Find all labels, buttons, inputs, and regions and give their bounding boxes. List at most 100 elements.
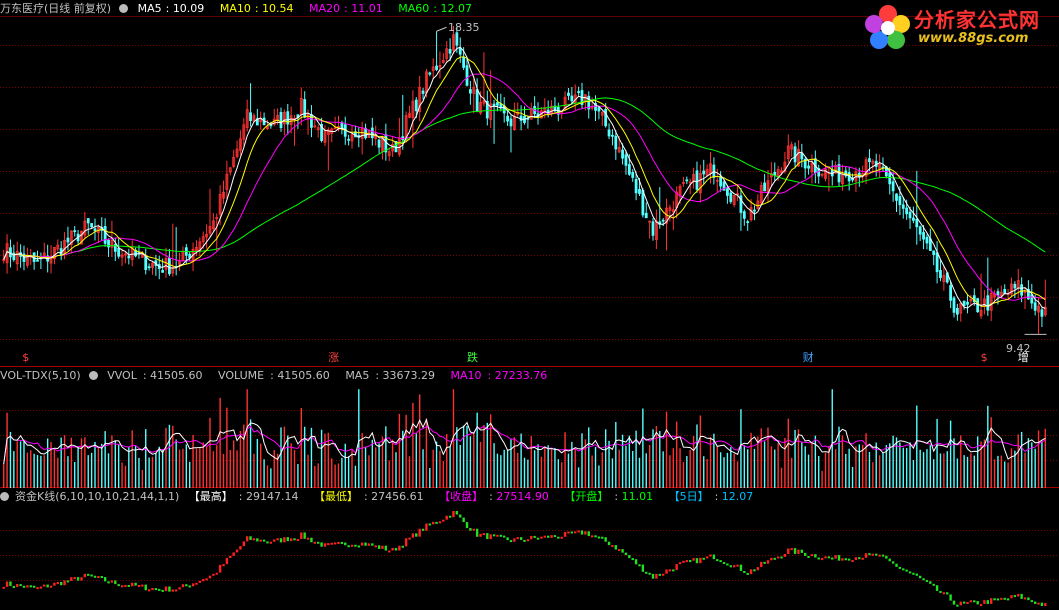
fund-candle [861,557,864,560]
fund-candle [242,541,246,547]
fund-candle [174,589,178,592]
candle-body [729,192,733,203]
candle-body [377,139,381,148]
fund-candle [185,584,188,587]
fund-candle [472,528,475,531]
fund-candle [506,537,509,541]
high-price-label: 18.35 [448,21,480,34]
fund-candle [519,537,523,540]
fund-candle [428,523,432,526]
gear-icon[interactable] [88,370,98,380]
fund-candle [831,557,834,560]
fund-candle [665,569,668,574]
fund-candle [191,583,195,587]
gear-icon[interactable] [119,3,129,13]
fund-candle [875,553,878,556]
site-logo[interactable]: 分析家公式网 www.88gs.com [862,2,1057,54]
fund-candle [624,552,628,556]
fund-close-label: 【收盘】: 27514.90 [439,490,549,503]
fund-candle [371,543,374,546]
fund-candle [43,584,46,587]
fund-candle [959,601,962,606]
fund-candle [120,585,124,588]
candle-body [604,108,608,127]
fund-candle [49,585,53,588]
candle-body [597,107,601,112]
fund-candle [915,573,918,576]
fund-candle [154,588,158,591]
candle-body [807,165,810,169]
fund-candle [509,540,513,543]
fund-candle [164,586,168,592]
fund-candle [279,538,283,543]
fund-candle [127,584,131,587]
fund-candle [557,536,560,539]
fund-candle [117,584,120,587]
fund-open-label: 【开盘】: 11.01 [564,490,654,503]
fund-candle [195,582,198,585]
fund-candle [946,592,949,595]
fund-candle [803,552,807,556]
ma10-label: MA10: 10.54 [219,2,294,15]
fund-candle [340,541,344,544]
volume-panel-header: VOL-TDX(5,10) VVOL: 41505.60 VOLUME: 415… [0,368,559,384]
fund-candle [36,587,39,590]
candle-body [746,221,750,224]
fund-candle [763,561,766,564]
fund-candle [499,534,503,537]
fund-candle [702,557,705,560]
fund-candle [337,541,340,544]
candle-body [986,295,990,311]
fund-candle [202,579,205,582]
fund-candle [668,569,672,572]
candle-body [638,188,641,194]
fund-candle [455,511,459,515]
candle-body [685,179,689,182]
fund-candle [790,548,793,551]
stock-title[interactable]: 万东医疗(日线 前复权) [0,2,111,15]
fund-candle [73,577,76,580]
fund-candle [245,536,249,542]
candle-body [66,237,70,243]
event-marker[interactable]: 财 [803,352,814,364]
event-marker[interactable]: 跌 [467,352,478,364]
fund-panel-header: 资金K线(6,10,10,10,21,44,1,1) 【最高】: 29147.1… [0,489,765,505]
fund-candle [110,580,114,583]
fund-candle [273,539,276,542]
fund-candle [638,564,641,567]
ma5-label: MA5: 10.09 [137,2,205,15]
fund-candle [252,538,256,541]
fund-candle [70,577,73,581]
fund-candle [415,533,418,537]
event-marker[interactable]: 涨 [328,352,339,364]
fund-candle [492,534,496,537]
fund-candle [820,558,824,561]
fund-candle [147,589,151,592]
fund-candle [269,541,273,544]
fund-candle [1030,600,1033,603]
candle-body [962,300,966,307]
fund-candle [553,535,557,538]
fund-candle [580,530,584,535]
event-marker[interactable]: 增 [1018,352,1029,364]
fund-candle [898,566,902,569]
gear-icon[interactable] [0,491,9,501]
candle-body [952,297,956,313]
fund-candle [800,549,804,553]
fund-candle [655,573,658,579]
fund-candle [83,573,87,578]
fund-candle [438,521,442,524]
fund-candle [1023,597,1027,600]
candle-body [634,179,638,194]
event-marker[interactable]: $ [22,352,29,364]
candle-body [621,149,624,159]
fund-candle [1006,598,1010,601]
volume-title[interactable]: VOL-TDX(5,10) [0,369,81,382]
fund-candle [435,521,438,524]
fund-title[interactable]: 资金K线(6,10,10,10,21,44,1,1) [15,490,179,503]
fund-candle [141,584,144,587]
candle-body [462,56,466,68]
candle-body [935,252,939,273]
event-marker[interactable]: $ [981,352,988,364]
fund-candle [320,542,323,547]
